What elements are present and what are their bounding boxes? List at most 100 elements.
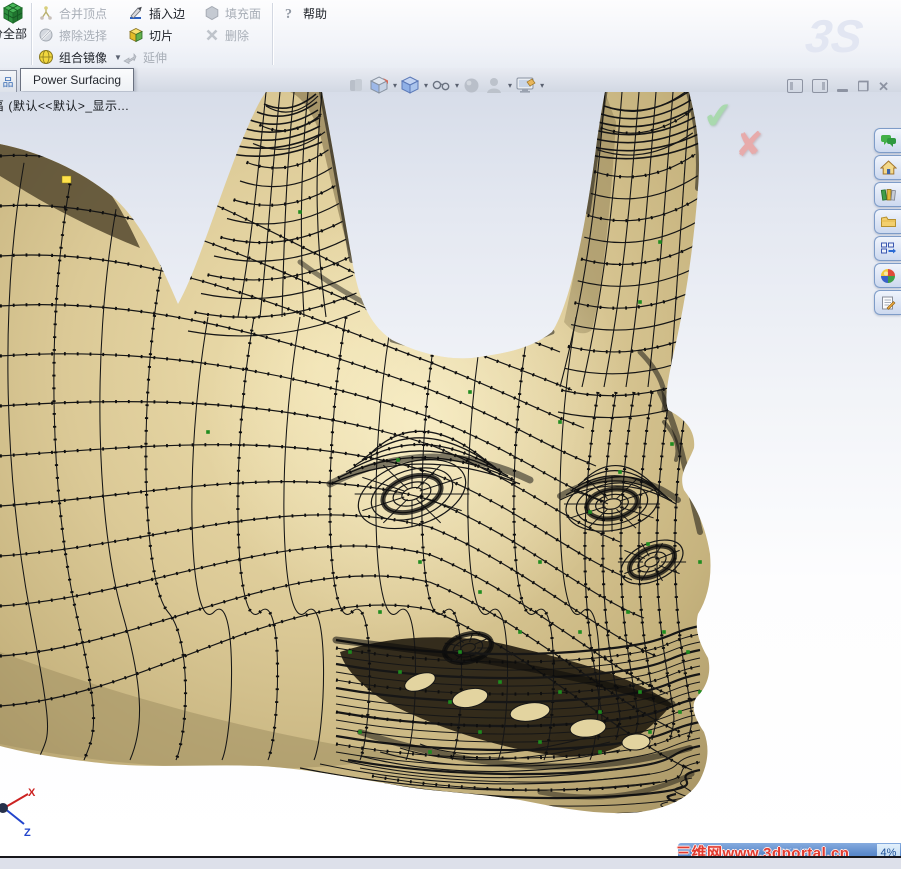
slice-icon	[128, 27, 144, 43]
help-label: 帮助	[303, 5, 327, 22]
selected-vertex-marker	[62, 176, 71, 183]
forum-button[interactable]	[874, 128, 901, 153]
ribbon-separator	[272, 3, 273, 65]
triad-z-label: Z	[24, 827, 31, 839]
merge-vertices-label: 合并顶点	[59, 5, 107, 22]
close-icon[interactable]: ✕	[878, 80, 889, 93]
green-vertex	[658, 240, 662, 244]
restore-icon[interactable]: ❐	[857, 80, 869, 93]
green-vertex	[448, 700, 452, 704]
green-vertex	[538, 560, 542, 564]
green-vertex	[638, 690, 642, 694]
zoom-to-fit-button[interactable]	[347, 76, 366, 95]
task-pane-strip	[874, 128, 901, 315]
green-vertex	[298, 210, 302, 214]
edit-appearance-icon	[462, 76, 481, 95]
forum-icon	[880, 133, 897, 148]
subdivision-mesh-model: X Z	[0, 92, 901, 856]
green-vertex	[670, 442, 674, 446]
combine-mirror-dropdown-icon[interactable]: ▼	[114, 53, 122, 62]
hide-show-items-dropdown-icon[interactable]: ▾	[455, 81, 459, 90]
extend-button[interactable]: 延伸	[122, 47, 167, 67]
green-vertex	[698, 690, 702, 694]
green-vertex	[378, 610, 382, 614]
file-explorer-button[interactable]	[874, 209, 901, 234]
help-button[interactable]: ? 帮助	[282, 3, 327, 23]
design-library-button[interactable]	[874, 182, 901, 207]
tab-power-surfacing[interactable]: Power Surfacing	[20, 68, 134, 91]
green-vertex	[626, 610, 630, 614]
fill-face-button[interactable]: 填充面	[204, 3, 261, 23]
collapse-ribbon-icon[interactable]	[787, 79, 803, 93]
view-palette-icon	[880, 241, 897, 256]
partial-tab[interactable]: 品	[0, 70, 17, 93]
edit-appearance-button[interactable]	[462, 76, 481, 95]
view-settings-button[interactable]: ▾	[515, 75, 544, 95]
confirm-cancel-icon[interactable]: ✘	[735, 125, 764, 165]
green-vertex	[638, 300, 642, 304]
folder-icon	[880, 214, 897, 229]
green-vertex	[348, 650, 352, 654]
power-surfacing-ribbon: 分全部 合并顶点 擦除选择 组合镜像 ▼	[0, 0, 901, 69]
green-vertex	[646, 542, 650, 546]
slice-label: 切片	[149, 27, 173, 44]
merge-vertices-icon	[38, 5, 54, 21]
subdivide-cube-icon	[1, 1, 25, 25]
green-vertex	[428, 750, 432, 754]
merge-vertices-button[interactable]: 合并顶点	[38, 3, 107, 23]
green-vertex	[558, 690, 562, 694]
design-library-icon	[880, 187, 897, 203]
hide-show-items-button[interactable]: ▾	[431, 75, 459, 95]
green-vertex	[458, 650, 462, 654]
green-vertex	[358, 730, 362, 734]
green-vertex	[598, 750, 602, 754]
subdivide-all-button[interactable]: 分全部	[0, 0, 30, 66]
green-vertex	[598, 710, 602, 714]
fill-face-icon	[204, 5, 220, 21]
home-button[interactable]	[874, 155, 901, 180]
help-icon: ?	[282, 5, 298, 21]
combine-mirror-icon	[38, 49, 54, 65]
green-vertex	[558, 420, 562, 424]
svg-text:?: ?	[285, 7, 292, 21]
green-vertex	[698, 560, 702, 564]
appearances-button[interactable]	[874, 263, 901, 288]
view-orientation-button[interactable]: ▾	[369, 75, 397, 95]
home-icon	[880, 160, 897, 176]
green-vertex	[478, 730, 482, 734]
dassault-logo-text: 3S	[803, 10, 866, 62]
custom-properties-button[interactable]	[874, 290, 901, 315]
view-settings-dropdown-icon[interactable]: ▾	[540, 81, 544, 90]
display-style-dropdown-icon[interactable]: ▾	[424, 81, 428, 90]
display-style-button[interactable]: ▾	[400, 75, 428, 95]
app-window: 分全部 合并顶点 擦除选择 组合镜像 ▼	[0, 0, 901, 869]
erase-selection-button[interactable]: 擦除选择	[38, 25, 107, 45]
apply-scene-dropdown-icon[interactable]: ▾	[508, 81, 512, 90]
green-vertex	[498, 680, 502, 684]
combine-mirror-button[interactable]: 组合镜像 ▼	[38, 47, 122, 67]
green-vertex	[662, 630, 666, 634]
view-orientation-dropdown-icon[interactable]: ▾	[393, 81, 397, 90]
view-settings-icon	[515, 75, 537, 95]
extend-label: 延伸	[143, 49, 167, 66]
green-vertex	[678, 710, 682, 714]
feature-tree-root[interactable]: 畐 (默认<<默认>_显示...	[0, 97, 129, 114]
delete-button[interactable]: 删除	[204, 25, 249, 45]
view-orientation-icon	[369, 75, 390, 95]
confirm-ok-icon[interactable]: ✔	[701, 94, 735, 139]
expand-ribbon-icon[interactable]	[812, 79, 828, 93]
green-vertex	[478, 590, 482, 594]
slice-button[interactable]: 切片	[128, 25, 173, 45]
custom-properties-icon	[880, 295, 896, 311]
graphics-viewport[interactable]: X Z 畐 (默认<<默认>_显示... ▾	[0, 92, 901, 856]
insert-edge-button[interactable]: 插入边	[128, 3, 185, 23]
ribbon-separator	[31, 3, 32, 65]
apply-scene-button[interactable]: ▾	[484, 75, 512, 95]
partial-tab-icon: 品	[3, 74, 14, 90]
combine-mirror-label: 组合镜像	[59, 49, 107, 66]
tab-power-surfacing-label: Power Surfacing	[33, 73, 121, 87]
view-palette-button[interactable]	[874, 236, 901, 261]
minimize-icon[interactable]	[837, 89, 848, 92]
headsup-view-toolbar: ▾ ▾ ▾	[347, 75, 544, 95]
extend-icon	[122, 49, 138, 65]
